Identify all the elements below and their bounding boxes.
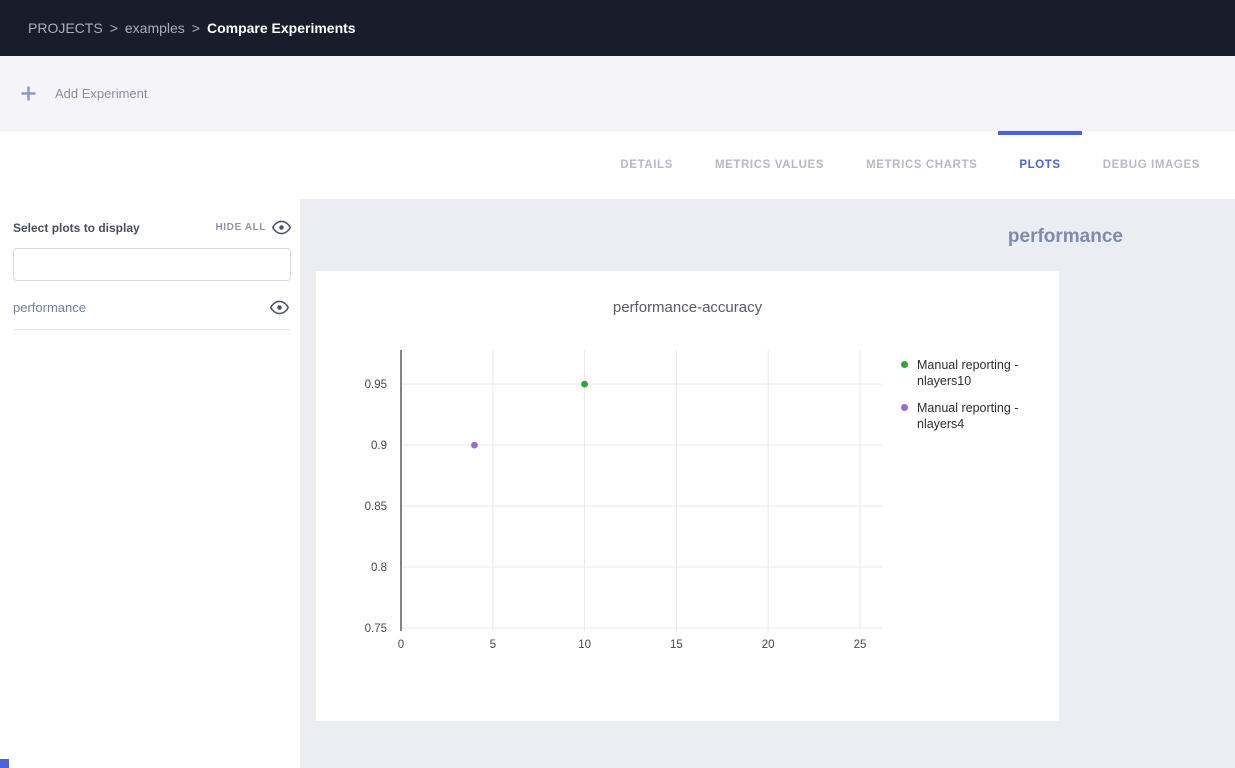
- plots-sidebar: Select plots to display HIDE ALL perform…: [0, 199, 300, 768]
- breadcrumb-separator: >: [110, 20, 118, 36]
- x-axis-tick-label: 0: [398, 639, 404, 651]
- legend-series-label: Manual reporting - nlayers4: [917, 400, 1035, 432]
- tab-debug-images[interactable]: DEBUG IMAGES: [1082, 131, 1221, 199]
- eye-icon: [272, 220, 291, 235]
- metric-group-title: performance: [1008, 226, 1123, 248]
- scatter-plot[interactable]: 0.75 0.8 0.85 0.9 0.95 0 5 10 15 20 25: [336, 333, 936, 653]
- add-experiment-button[interactable]: Add Experiment: [20, 85, 148, 102]
- add-experiment-label: Add Experiment: [55, 86, 148, 101]
- breadcrumb-current-page: Compare Experiments: [207, 20, 356, 36]
- eye-icon: [270, 300, 289, 315]
- legend-item[interactable]: Manual reporting - nlayers10: [901, 357, 1051, 389]
- y-axis-tick-label: 0.8: [371, 562, 387, 574]
- x-axis-tick-label: 20: [762, 639, 775, 651]
- hide-all-label: HIDE ALL: [215, 222, 266, 233]
- chart-title: performance-accuracy: [316, 299, 1059, 316]
- tabs-bar: DETAILS METRICS VALUES METRICS CHARTS PL…: [0, 131, 1235, 199]
- breadcrumb-examples-link[interactable]: examples: [125, 20, 185, 36]
- tab-metrics-charts[interactable]: METRICS CHARTS: [845, 131, 998, 199]
- tab-metrics-values[interactable]: METRICS VALUES: [694, 131, 845, 199]
- legend-color-dot: [901, 361, 908, 368]
- y-axis-tick-label: 0.95: [365, 379, 387, 391]
- y-axis-tick-label: 0.75: [365, 623, 387, 635]
- tab-plots[interactable]: PLOTS: [998, 131, 1081, 199]
- plot-list-item-performance[interactable]: performance: [13, 300, 291, 330]
- y-axis-tick-label: 0.9: [371, 440, 387, 452]
- main-content: Select plots to display HIDE ALL perform…: [0, 199, 1235, 768]
- y-axis-tick-label: 0.85: [365, 501, 387, 513]
- toggle-plot-visibility-button[interactable]: [270, 300, 289, 315]
- x-axis-tick-label: 10: [578, 639, 591, 651]
- plot-card: performance-accuracy 0.750.80.850.90.950…: [316, 271, 1059, 721]
- legend-item[interactable]: Manual reporting - nlayers4: [901, 400, 1051, 432]
- x-axis-tick-label: 15: [670, 639, 683, 651]
- plot-filter-input[interactable]: [13, 248, 291, 281]
- plus-icon: [20, 85, 37, 102]
- sidebar-header: Select plots to display HIDE ALL: [13, 220, 291, 235]
- breadcrumb-separator: >: [192, 20, 200, 36]
- tab-details[interactable]: DETAILS: [599, 131, 694, 199]
- top-navigation-bar: PROJECTS > examples > Compare Experiment…: [0, 0, 1235, 56]
- hide-all-button[interactable]: HIDE ALL: [215, 220, 291, 235]
- x-axis-tick-label: 25: [854, 639, 867, 651]
- x-axis-tick-label: 5: [490, 639, 496, 651]
- chart-legend: Manual reporting - nlayers10 Manual repor…: [901, 357, 1051, 432]
- data-point[interactable]: [471, 442, 478, 449]
- add-experiment-bar: Add Experiment: [0, 56, 1235, 131]
- sidebar-title: Select plots to display: [13, 221, 140, 235]
- data-point[interactable]: [581, 381, 588, 388]
- legend-color-dot: [901, 404, 908, 411]
- plot-item-label: performance: [13, 300, 86, 315]
- corner-accent: [0, 759, 9, 768]
- breadcrumb: PROJECTS > examples > Compare Experiment…: [28, 20, 356, 36]
- plots-panel: performance performance-accuracy 0.75 0.8…: [300, 199, 1235, 768]
- legend-series-label: Manual reporting - nlayers10: [917, 357, 1035, 389]
- breadcrumb-projects-link[interactable]: PROJECTS: [28, 20, 103, 36]
